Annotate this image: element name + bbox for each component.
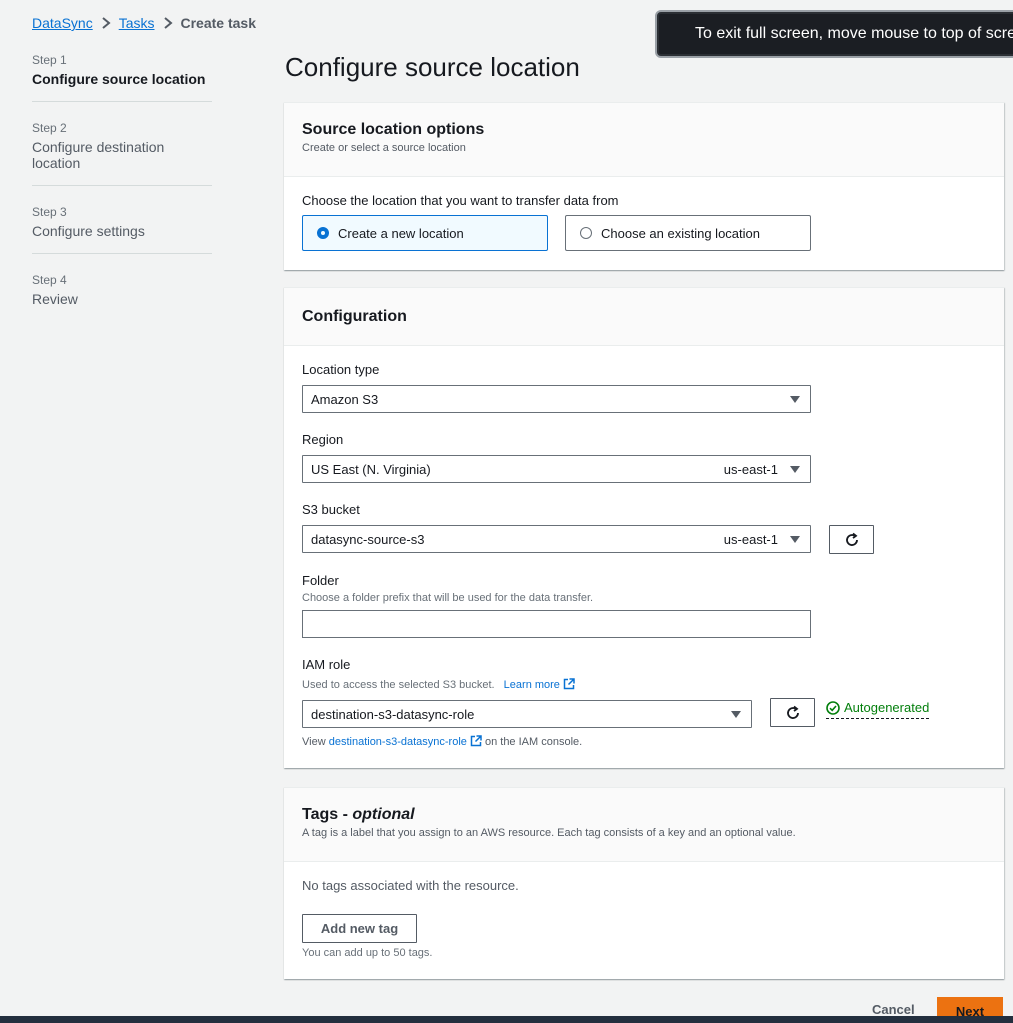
tags-title: Tags — [302, 806, 339, 823]
folder-label: Folder — [302, 573, 339, 588]
source-question-label: Choose the location that you want to tra… — [302, 193, 619, 208]
location-type-select[interactable]: Amazon S3 — [302, 385, 811, 413]
configuration-panel: Configuration Location type Amazon S3 Re… — [284, 287, 1004, 768]
step-number: Step 2 — [32, 121, 67, 135]
panel-header: Tags - optional A tag is a label that yo… — [284, 788, 1004, 862]
iam-console-note: View destination-s3-datasync-role on the… — [302, 735, 582, 748]
bottom-bar — [0, 1016, 1013, 1023]
region-label: Region — [302, 432, 344, 447]
status-text: Autogenerated — [844, 700, 930, 715]
panel-title: Tags - optional — [302, 806, 415, 823]
option-label: Create a new location — [338, 225, 464, 241]
step-number: Step 4 — [32, 273, 67, 287]
iam-role-description: Used to access the selected S3 bucket. — [302, 679, 495, 691]
wizard-step-4[interactable]: Step 4 Review — [32, 270, 212, 321]
caret-down-icon — [790, 535, 800, 543]
step-title: Configure settings — [32, 223, 145, 239]
view-suffix: on the IAM console. — [484, 736, 583, 748]
s3-bucket-label: S3 bucket — [302, 502, 360, 517]
folder-description: Choose a folder prefix that will be used… — [302, 592, 594, 604]
caret-down-icon — [790, 395, 800, 403]
view-prefix: View — [302, 736, 326, 748]
chevron-right-icon — [163, 17, 173, 29]
iam-role-console-link[interactable]: destination-s3-datasync-role — [329, 735, 482, 748]
step-title: Configure destination location — [32, 139, 165, 171]
source-location-options-panel: Source location options Create or select… — [284, 102, 1004, 270]
region-code: us-east-1 — [723, 461, 778, 477]
learn-more-link[interactable]: Learn more — [504, 678, 575, 691]
select-value: US East (N. Virginia) — [311, 461, 431, 477]
refresh-icon — [786, 705, 799, 719]
panel-body: No tags associated with the resource. Ad… — [284, 862, 1004, 978]
s3-bucket-select[interactable]: datasync-source-s3 us-east-1 — [302, 525, 811, 553]
panel-header: Source location options Create or select… — [284, 103, 1004, 177]
wizard-step-1[interactable]: Step 1 Configure source location — [32, 50, 212, 102]
location-type-label: Location type — [302, 362, 380, 377]
caret-down-icon — [731, 710, 741, 718]
tags-panel: Tags - optional A tag is a label that yo… — [284, 787, 1004, 979]
check-circle-icon — [826, 700, 840, 715]
panel-body: Choose the location that you want to tra… — [284, 177, 1004, 269]
cancel-button[interactable]: Cancel — [872, 1002, 915, 1017]
breadcrumb: DataSync Tasks Create task — [32, 14, 256, 32]
iam-role-label: IAM role — [302, 657, 351, 672]
fullscreen-toast-text: To exit full screen, move mouse to top o… — [695, 25, 1013, 42]
region-select[interactable]: US East (N. Virginia) us-east-1 — [302, 455, 811, 483]
no-tags-message: No tags associated with the resource. — [302, 878, 519, 893]
step-number: Step 1 — [32, 53, 67, 67]
refresh-buckets-button[interactable] — [829, 525, 874, 554]
caret-down-icon — [790, 465, 800, 473]
panel-header: Configuration — [284, 288, 1004, 346]
select-value: datasync-source-s3 — [311, 531, 425, 547]
breadcrumb-current: Create task — [180, 15, 257, 31]
step-number: Step 3 — [32, 205, 67, 219]
panel-title: Source location options — [302, 121, 485, 138]
tag-limit-note: You can add up to 50 tags. — [302, 947, 433, 959]
wizard-steps-nav: Step 1 Configure source location Step 2 … — [32, 50, 212, 337]
wizard-step-3[interactable]: Step 3 Configure settings — [32, 202, 212, 254]
step-title: Configure source location — [32, 71, 206, 87]
step-title: Review — [32, 291, 78, 307]
breadcrumb-datasync-link[interactable]: DataSync — [32, 15, 93, 31]
radio-unselected-icon — [580, 227, 592, 239]
add-new-tag-button[interactable]: Add new tag — [302, 914, 417, 943]
fullscreen-toast: To exit full screen, move mouse to top o… — [655, 10, 1013, 58]
external-link-icon — [563, 678, 575, 690]
page-title: Configure source location — [285, 52, 580, 82]
choose-existing-location-option[interactable]: Choose an existing location — [565, 215, 811, 251]
iam-role-description-row: Used to access the selected S3 bucket. L… — [302, 678, 575, 691]
wizard-step-2[interactable]: Step 2 Configure destination location — [32, 118, 212, 186]
refresh-iam-roles-button[interactable] — [770, 698, 815, 727]
external-link-icon — [470, 735, 482, 747]
tags-optional: optional — [352, 806, 415, 823]
select-value: Amazon S3 — [311, 391, 379, 407]
breadcrumb-tasks-link[interactable]: Tasks — [119, 15, 155, 31]
chevron-right-icon — [101, 17, 111, 29]
iam-role-select[interactable]: destination-s3-datasync-role — [302, 700, 752, 728]
folder-input[interactable] — [302, 610, 811, 638]
autogenerated-status[interactable]: Autogenerated — [826, 700, 930, 719]
radio-selected-icon — [317, 227, 329, 239]
panel-description: A tag is a label that you assign to an A… — [302, 827, 796, 839]
panel-description: Create or select a source location — [302, 142, 466, 154]
select-value: destination-s3-datasync-role — [311, 706, 475, 722]
option-label: Choose an existing location — [601, 225, 760, 241]
bucket-region-code: us-east-1 — [723, 531, 778, 547]
create-new-location-option[interactable]: Create a new location — [302, 215, 548, 251]
refresh-icon — [845, 532, 858, 546]
panel-title: Configuration — [302, 307, 407, 325]
